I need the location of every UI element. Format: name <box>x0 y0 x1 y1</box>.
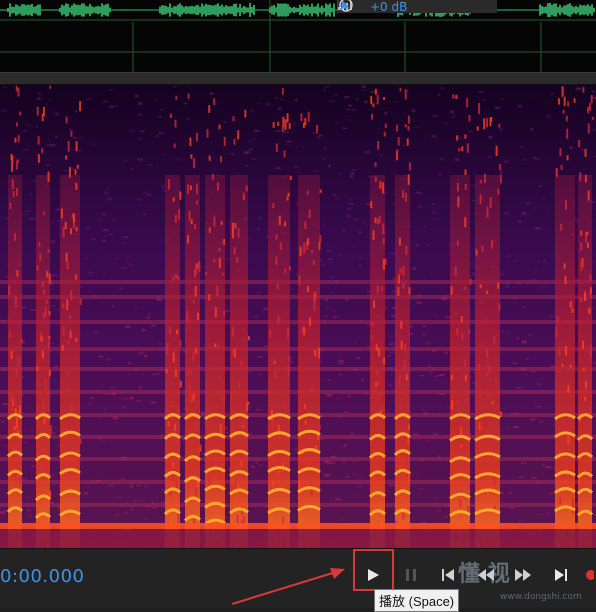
play-tooltip: 播放 (Space) <box>374 589 459 612</box>
watermark-logo: 懂 视 <box>458 556 510 588</box>
watermark-url: www.dongshi.com <box>500 592 582 602</box>
record-icon <box>582 569 594 581</box>
spectral-frequency-display[interactable] <box>0 85 596 548</box>
panel-divider[interactable] <box>0 72 596 85</box>
pause-icon <box>405 568 417 582</box>
time-display[interactable]: 0:00.000 <box>0 566 85 587</box>
fast-forward-button[interactable] <box>508 560 538 590</box>
spectrogram-image <box>0 85 596 548</box>
skip-to-start-icon <box>441 568 455 582</box>
record-button[interactable] <box>580 560 596 590</box>
waveform-trace <box>0 3 594 17</box>
skip-to-end-icon <box>554 568 568 582</box>
waveform-toolbar: +0 dB <box>337 0 497 13</box>
volume-readout[interactable]: +0 dB <box>370 1 407 13</box>
fast-forward-icon <box>514 568 532 582</box>
pause-button[interactable] <box>396 560 426 590</box>
waveform-panel[interactable]: +0 dB <box>0 0 596 72</box>
play-button-highlight <box>353 549 394 591</box>
waveform-display <box>0 0 596 72</box>
go-to-end-button[interactable] <box>546 560 576 590</box>
